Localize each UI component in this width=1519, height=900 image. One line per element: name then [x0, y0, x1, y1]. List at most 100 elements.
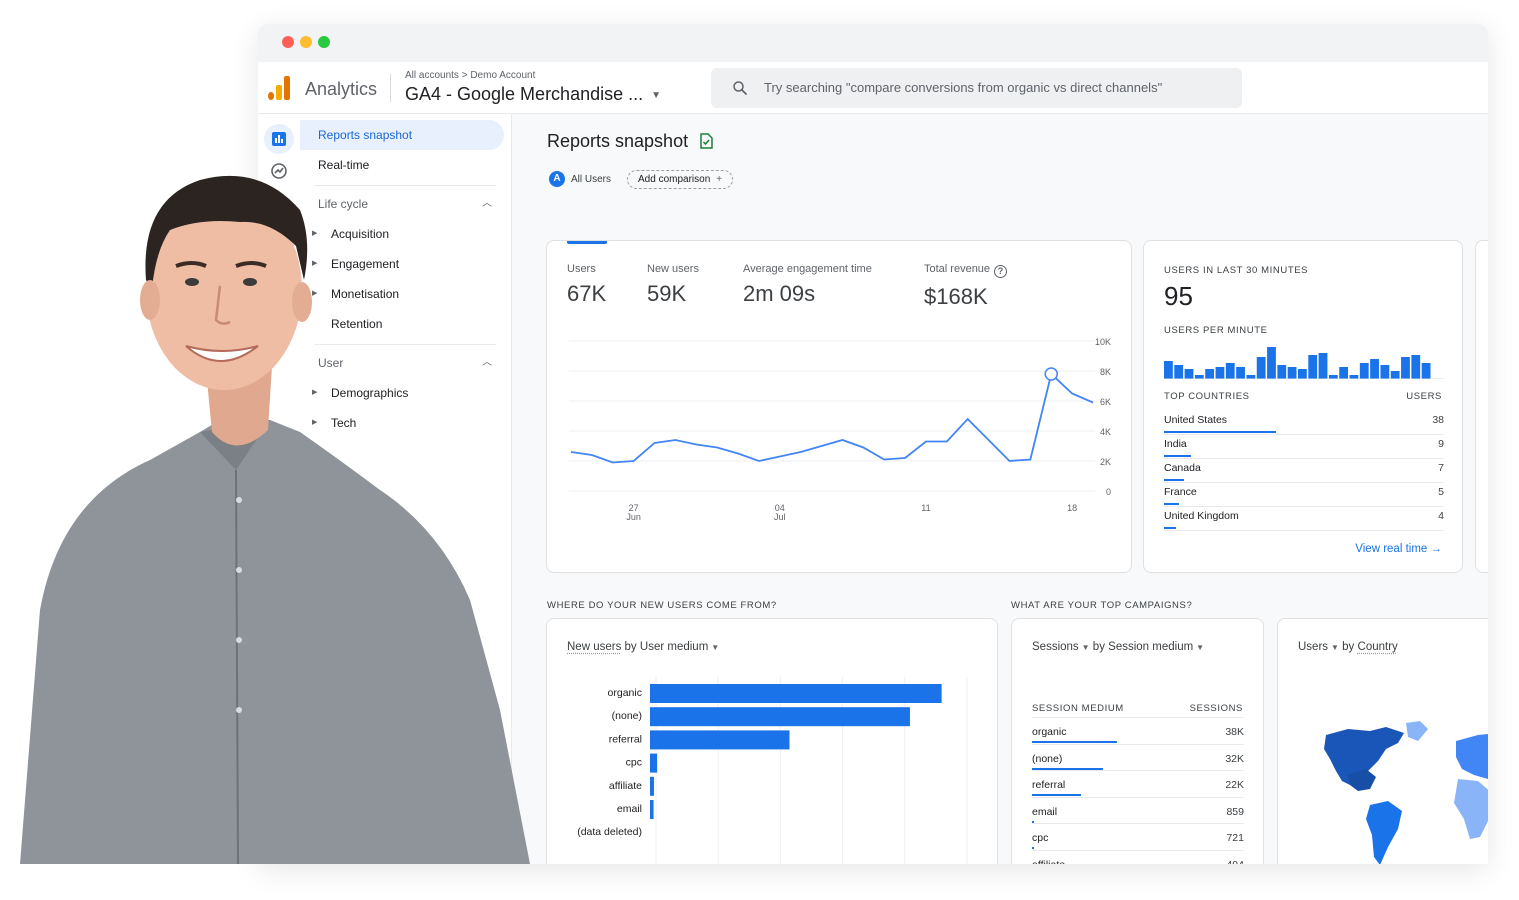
table-row[interactable]: email 859 — [1032, 796, 1244, 823]
plus-icon: + — [716, 174, 723, 185]
medium-name: organic — [1032, 726, 1067, 738]
report-status-icon[interactable] — [699, 133, 713, 149]
search-bar[interactable]: Try searching "compare conversions from … — [711, 68, 1242, 108]
segment-avatar: A — [549, 171, 565, 187]
x-tick-label: Jun — [626, 512, 641, 522]
by-label: by — [1092, 641, 1105, 653]
country-users: 38 — [1432, 414, 1444, 426]
eye-right — [243, 278, 257, 286]
minute-bar — [1184, 369, 1194, 379]
sidebar-item-reports-snapshot[interactable]: Reports snapshot — [300, 120, 504, 150]
minute-bar — [1287, 367, 1297, 379]
campaigns-section-heading: WHAT ARE YOUR TOP CAMPAIGNS? — [1011, 600, 1193, 611]
card-title[interactable]: Users ▼ by Country — [1298, 641, 1398, 653]
country-share-bar — [1164, 479, 1185, 481]
arrow-right-icon: → — [1430, 543, 1443, 555]
by-label: by — [1342, 641, 1355, 653]
data-point — [1044, 367, 1058, 381]
world-map — [1324, 721, 1488, 864]
country-users: 5 — [1438, 486, 1444, 498]
dimension-selector[interactable]: Session medium — [1108, 641, 1193, 653]
reports-nav-button[interactable] — [264, 124, 294, 154]
medium-name: referral — [1032, 779, 1066, 792]
table-row[interactable]: (none) 32K — [1032, 743, 1244, 770]
view-realtime-label: View real time — [1355, 543, 1428, 555]
country-users: 7 — [1438, 462, 1444, 474]
y-tick-label: 2K — [1100, 457, 1111, 467]
analytics-logo-icon — [268, 76, 290, 100]
minute-bar — [1328, 375, 1338, 379]
app-header: Analytics All accounts > Demo Account GA… — [258, 62, 1488, 114]
minute-bar — [1411, 355, 1421, 379]
next-card-peek[interactable] — [1475, 240, 1488, 573]
segment-chip[interactable]: A All Users — [549, 171, 611, 187]
country-row[interactable]: India 9 — [1164, 435, 1444, 459]
metric-selector[interactable]: Users — [1298, 641, 1328, 653]
card-title[interactable]: Sessions ▼ by Session medium ▼ — [1032, 641, 1204, 653]
breadcrumb-account[interactable]: Demo Account — [470, 70, 535, 81]
shirt-button — [236, 497, 242, 503]
country-row[interactable]: United States 38 — [1164, 411, 1444, 435]
country-row[interactable]: United Kingdom 4 — [1164, 507, 1444, 531]
minimize-window-button[interactable] — [300, 36, 312, 48]
minute-bar — [1225, 363, 1235, 379]
stage: Analytics All accounts > Demo Account GA… — [0, 0, 1519, 900]
category-label: organic — [608, 687, 642, 699]
table-row[interactable]: affiliate 494 — [1032, 850, 1244, 864]
shirt-button — [236, 707, 242, 713]
minute-bar — [1359, 363, 1369, 379]
minute-bar — [1205, 369, 1215, 379]
app-name: Analytics — [305, 79, 378, 99]
property-selector[interactable]: GA4 - Google Merchandise ... ▼ — [405, 84, 661, 105]
metric-selector[interactable]: Sessions — [1032, 641, 1079, 653]
users-last-30-label: USERS IN LAST 30 MINUTES — [1164, 265, 1309, 276]
country-users: 9 — [1438, 438, 1444, 450]
dimension-selector[interactable]: Country — [1358, 641, 1398, 653]
country-name: United Kingdom — [1164, 510, 1239, 522]
search-placeholder: Try searching "compare conversions from … — [764, 80, 1163, 95]
country-row[interactable]: Canada 7 — [1164, 459, 1444, 483]
minute-bar — [1164, 361, 1173, 379]
country-row[interactable]: France 5 — [1164, 483, 1444, 507]
minute-bar — [1421, 363, 1431, 379]
y-tick-label: 0 — [1106, 487, 1111, 497]
sessions-value: 32K — [1225, 752, 1244, 765]
maximize-window-button[interactable] — [318, 36, 330, 48]
medium-name: affiliate — [1032, 859, 1065, 864]
y-tick-label: 4K — [1100, 427, 1111, 437]
users-by-country-card: Users ▼ by Country — [1277, 618, 1488, 864]
minute-bar — [1256, 357, 1266, 379]
presenter-photo — [20, 175, 530, 864]
table-row[interactable]: cpc 721 — [1032, 823, 1244, 850]
minute-bar — [1236, 367, 1245, 379]
map-south-america — [1366, 801, 1402, 864]
breadcrumb-accounts[interactable]: All accounts — [405, 70, 459, 81]
table-row[interactable]: referral 22K — [1032, 770, 1244, 797]
category-label: (none) — [612, 710, 642, 722]
add-comparison-button[interactable]: Add comparison + — [627, 170, 734, 189]
top-countries-label: TOP COUNTRIES — [1164, 391, 1250, 402]
users-last-30-value: 95 — [1164, 281, 1193, 311]
country-users: 4 — [1438, 510, 1444, 522]
bar — [650, 684, 942, 703]
chevron-down-icon: ▼ — [651, 89, 662, 101]
x-tick-label: 11 — [921, 503, 930, 513]
minute-bar — [1215, 367, 1225, 379]
minute-bar — [1339, 367, 1349, 379]
breadcrumb[interactable]: All accounts > Demo Account — [405, 70, 535, 81]
minute-bar — [1349, 375, 1359, 379]
bar — [650, 707, 910, 727]
view-realtime-link[interactable]: View real time → — [1355, 543, 1442, 555]
property-name: GA4 - Google Merchandise ... — [405, 84, 644, 104]
bar — [650, 776, 654, 796]
country-share-bar — [1164, 431, 1276, 433]
shirt-button — [236, 567, 242, 573]
overview-card: Users 67K New users 59K Average engagement… — [546, 240, 1132, 573]
x-tick-label: 18 — [1067, 503, 1077, 513]
ear-left — [140, 280, 160, 320]
sessions-value: 38K — [1225, 726, 1244, 738]
table-row[interactable]: organic 38K — [1032, 717, 1244, 743]
sessions-value: 721 — [1226, 832, 1244, 845]
users-column-label: USERS — [1406, 391, 1442, 402]
close-window-button[interactable] — [282, 36, 294, 48]
